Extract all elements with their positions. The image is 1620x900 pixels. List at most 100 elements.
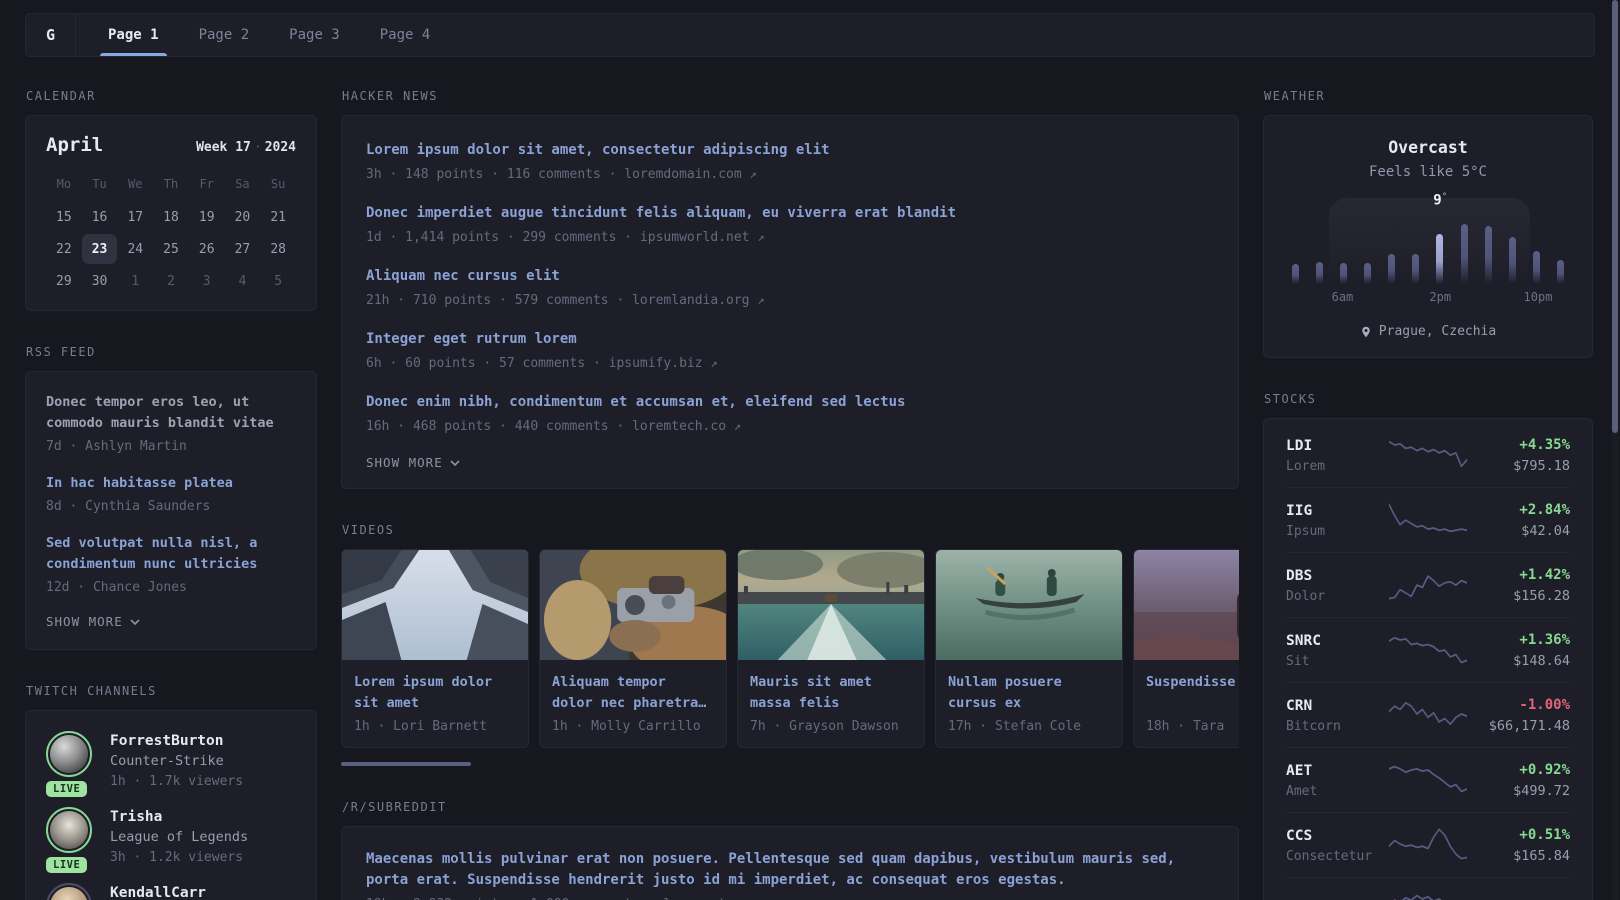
rss-item-title[interactable]: Donec tempor eros leo, ut commodo mauris… xyxy=(46,392,296,434)
calendar-card: April Week 17 · 2024 Mo Tu We Th Fr Sa Su 15 16 17 1… xyxy=(25,115,317,311)
stock-row[interactable]: LDI Lorem +4.35% $795.18 xyxy=(1286,423,1570,487)
nav-tab-page-1[interactable]: Page 1 xyxy=(94,14,173,56)
stock-values: +0.51% $165.84 xyxy=(1467,825,1570,866)
hacker-news-item-title[interactable]: Donec imperdiet augue tincidunt felis al… xyxy=(366,203,1214,224)
twitch-avatar-wrap: LIVE xyxy=(46,731,94,797)
video-card[interactable]: Lorem ipsum dolor sit amet consectetu… 1h… xyxy=(341,549,529,748)
videos-carousel-scrollbar-thumb[interactable] xyxy=(341,762,471,766)
video-card-body: Aliquam tempor dolor nec pharetra… 1h · M… xyxy=(540,660,726,747)
page-scrollbar-thumb[interactable] xyxy=(1612,0,1618,433)
chevron-down-icon xyxy=(450,459,460,466)
hacker-news-item: Donec imperdiet augue tincidunt felis al… xyxy=(366,203,1214,248)
left-column: CALENDAR April Week 17 · 2024 Mo Tu We Th Fr Sa… xyxy=(25,89,317,900)
rss-item: Donec tempor eros leo, ut commodo mauris… xyxy=(46,392,296,457)
external-link-icon[interactable]: ↗ xyxy=(757,293,764,307)
stock-price: $165.84 xyxy=(1513,848,1570,864)
stock-identity: SNRC Sit xyxy=(1286,631,1389,671)
weather-bar xyxy=(1316,262,1324,284)
weather-bar xyxy=(1508,237,1516,284)
stock-row[interactable]: CRN Bitcorn -1.00% $66,171.48 xyxy=(1286,682,1570,747)
calendar-day: 25 xyxy=(163,241,179,257)
videos-widget-label: VIDEOS xyxy=(342,523,395,537)
stock-row[interactable]: DBS Dolor +1.42% $156.28 xyxy=(1286,552,1570,617)
stock-price: $66,171.48 xyxy=(1488,718,1570,734)
video-title[interactable]: Lorem ipsum dolor sit amet consectetu… xyxy=(354,672,516,714)
calendar-grid: Mo Tu We Th Fr Sa Su 15 16 17 18 19 20 21 22 23 24 25 26 27… xyxy=(46,172,296,296)
stock-change: +0.51% xyxy=(1519,827,1570,843)
stock-symbol: CCS xyxy=(1286,827,1313,844)
calendar-day: 15 xyxy=(56,209,72,225)
video-card[interactable]: Nullam posuere cursus ex 17h · Stefan Col… xyxy=(935,549,1123,748)
video-title[interactable]: Nullam posuere cursus ex xyxy=(948,672,1110,714)
external-link-icon[interactable]: ↗ xyxy=(734,419,741,433)
weather-hour-label: 6am xyxy=(1331,290,1354,304)
hacker-news-item: Integer eget rutrum lorem 6h · 60 points … xyxy=(366,329,1214,374)
hacker-news-item-meta: 3h · 148 points · 116 comments · loremdo… xyxy=(366,167,757,182)
twitch-channel-category: League of Legends xyxy=(110,829,249,845)
subreddit-widget: /R/SUBREDDIT Maecenas mollis pulvinar er… xyxy=(341,800,1239,900)
twitch-channel-row[interactable]: LIVE Trisha League of Legends 3h · 1.2k vie… xyxy=(46,807,296,873)
weather-bar xyxy=(1340,263,1348,284)
rss-item-title[interactable]: Sed volutpat nulla nisl, a condimentum n… xyxy=(46,533,296,575)
calendar-day: 5 xyxy=(274,273,283,289)
video-meta: 18h · Tara xyxy=(1146,719,1225,734)
twitch-channel-name[interactable]: Trisha xyxy=(110,807,248,827)
rss-item-meta: 7d · Ashlyn Martin xyxy=(46,439,187,454)
twitch-channel-row[interactable]: LIVE ForrestBurton Counter-Strike 1h · 1.7k… xyxy=(46,731,296,797)
stock-sparkline-chart xyxy=(1388,566,1468,606)
subreddit-post-meta: 19h · 9,932 points · 1,090 comments · lo… xyxy=(366,894,1214,900)
video-title[interactable]: Aliquam tempor dolor nec pharetra… xyxy=(552,672,714,714)
channel-avatar xyxy=(46,883,92,900)
widget-grid: CALENDAR April Week 17 · 2024 Mo Tu We Th Fr Sa… xyxy=(25,89,1595,900)
live-badge: LIVE xyxy=(46,781,88,797)
stock-row[interactable]: IIG Ipsum +2.84% $42.04 xyxy=(1286,487,1570,552)
video-meta: 1h · Lori Barnett xyxy=(354,719,488,734)
rss-item-title[interactable]: In hac habitasse platea xyxy=(46,473,296,494)
hacker-news-item-title[interactable]: Lorem ipsum dolor sit amet, consectetur … xyxy=(366,140,1214,161)
nav-tab-page-3[interactable]: Page 3 xyxy=(275,14,354,56)
app-logo[interactable]: G xyxy=(26,14,76,56)
stock-identity: IIG Ipsum xyxy=(1286,501,1389,541)
stock-row[interactable]: CCS Consectetur +0.51% $165.84 xyxy=(1286,812,1570,877)
weather-widget-label: WEATHER xyxy=(1264,89,1326,103)
rss-show-more-button[interactable]: SHOW MORE xyxy=(46,614,296,629)
calendar-day: 29 xyxy=(56,273,72,289)
hacker-news-item-title[interactable]: Integer eget rutrum lorem xyxy=(366,329,1214,350)
weather-hourly-chart: 9° xyxy=(1290,192,1566,284)
external-link-icon[interactable]: ↗ xyxy=(750,167,757,181)
stock-sparkline-chart xyxy=(1388,696,1468,736)
stock-identity: CRN Bitcorn xyxy=(1286,696,1389,736)
video-card[interactable]: Aliquam tempor dolor nec pharetra… 1h · M… xyxy=(539,549,727,748)
calendar-weekday: Mo xyxy=(56,177,72,191)
calendar-day: 22 xyxy=(56,241,72,257)
stock-symbol: SNRC xyxy=(1286,632,1321,649)
hacker-news-show-more-button[interactable]: SHOW MORE xyxy=(366,455,1214,470)
video-card[interactable]: Suspendisse diam 18h · Tara xyxy=(1133,549,1239,748)
twitch-channel-name[interactable]: KendallCarr xyxy=(110,883,206,900)
hacker-news-item-title[interactable]: Donec enim nibh, condimentum et accumsan… xyxy=(366,392,1214,413)
twitch-channel-name[interactable]: ForrestBurton xyxy=(110,731,243,751)
external-link-icon[interactable]: ↗ xyxy=(710,356,717,370)
stock-sparkline-chart xyxy=(1388,631,1468,671)
stock-row[interactable]: AHS+0.46% xyxy=(1286,877,1570,900)
nav-tab-page-2[interactable]: Page 2 xyxy=(185,14,264,56)
hacker-news-item-meta: 6h · 60 points · 57 comments · ipsumify.… xyxy=(366,356,718,371)
stock-row[interactable]: SNRC Sit +1.36% $148.64 xyxy=(1286,617,1570,682)
external-link-icon[interactable]: ↗ xyxy=(757,230,764,244)
calendar-day: 19 xyxy=(198,209,215,225)
video-title[interactable]: Suspendisse diam xyxy=(1146,672,1239,714)
hacker-news-item: Donec enim nibh, condimentum et accumsan… xyxy=(366,392,1214,437)
weather-location: Prague, Czechia xyxy=(1288,324,1568,339)
nav-tab-page-4[interactable]: Page 4 xyxy=(366,14,445,56)
twitch-channel-row[interactable]: KendallCarr xyxy=(46,883,296,900)
stock-identity: DBS Dolor xyxy=(1286,566,1389,606)
video-title[interactable]: Mauris sit amet massa felis xyxy=(750,672,912,714)
subreddit-post-title[interactable]: Maecenas mollis pulvinar erat non posuer… xyxy=(366,849,1214,891)
video-card[interactable]: Mauris sit amet massa felis 7h · Grayson … xyxy=(737,549,925,748)
calendar-day-selected: 23 xyxy=(81,234,118,264)
video-card-body: Suspendisse diam 18h · Tara xyxy=(1134,660,1239,747)
hacker-news-item-title[interactable]: Aliquam nec cursus elit xyxy=(366,266,1214,287)
hacker-news-item-meta: 16h · 468 points · 440 comments · loremt… xyxy=(366,419,742,434)
videos-carousel-viewport: Lorem ipsum dolor sit amet consectetu… 1h… xyxy=(341,549,1239,748)
stock-row[interactable]: AET Amet +0.92% $499.72 xyxy=(1286,747,1570,812)
